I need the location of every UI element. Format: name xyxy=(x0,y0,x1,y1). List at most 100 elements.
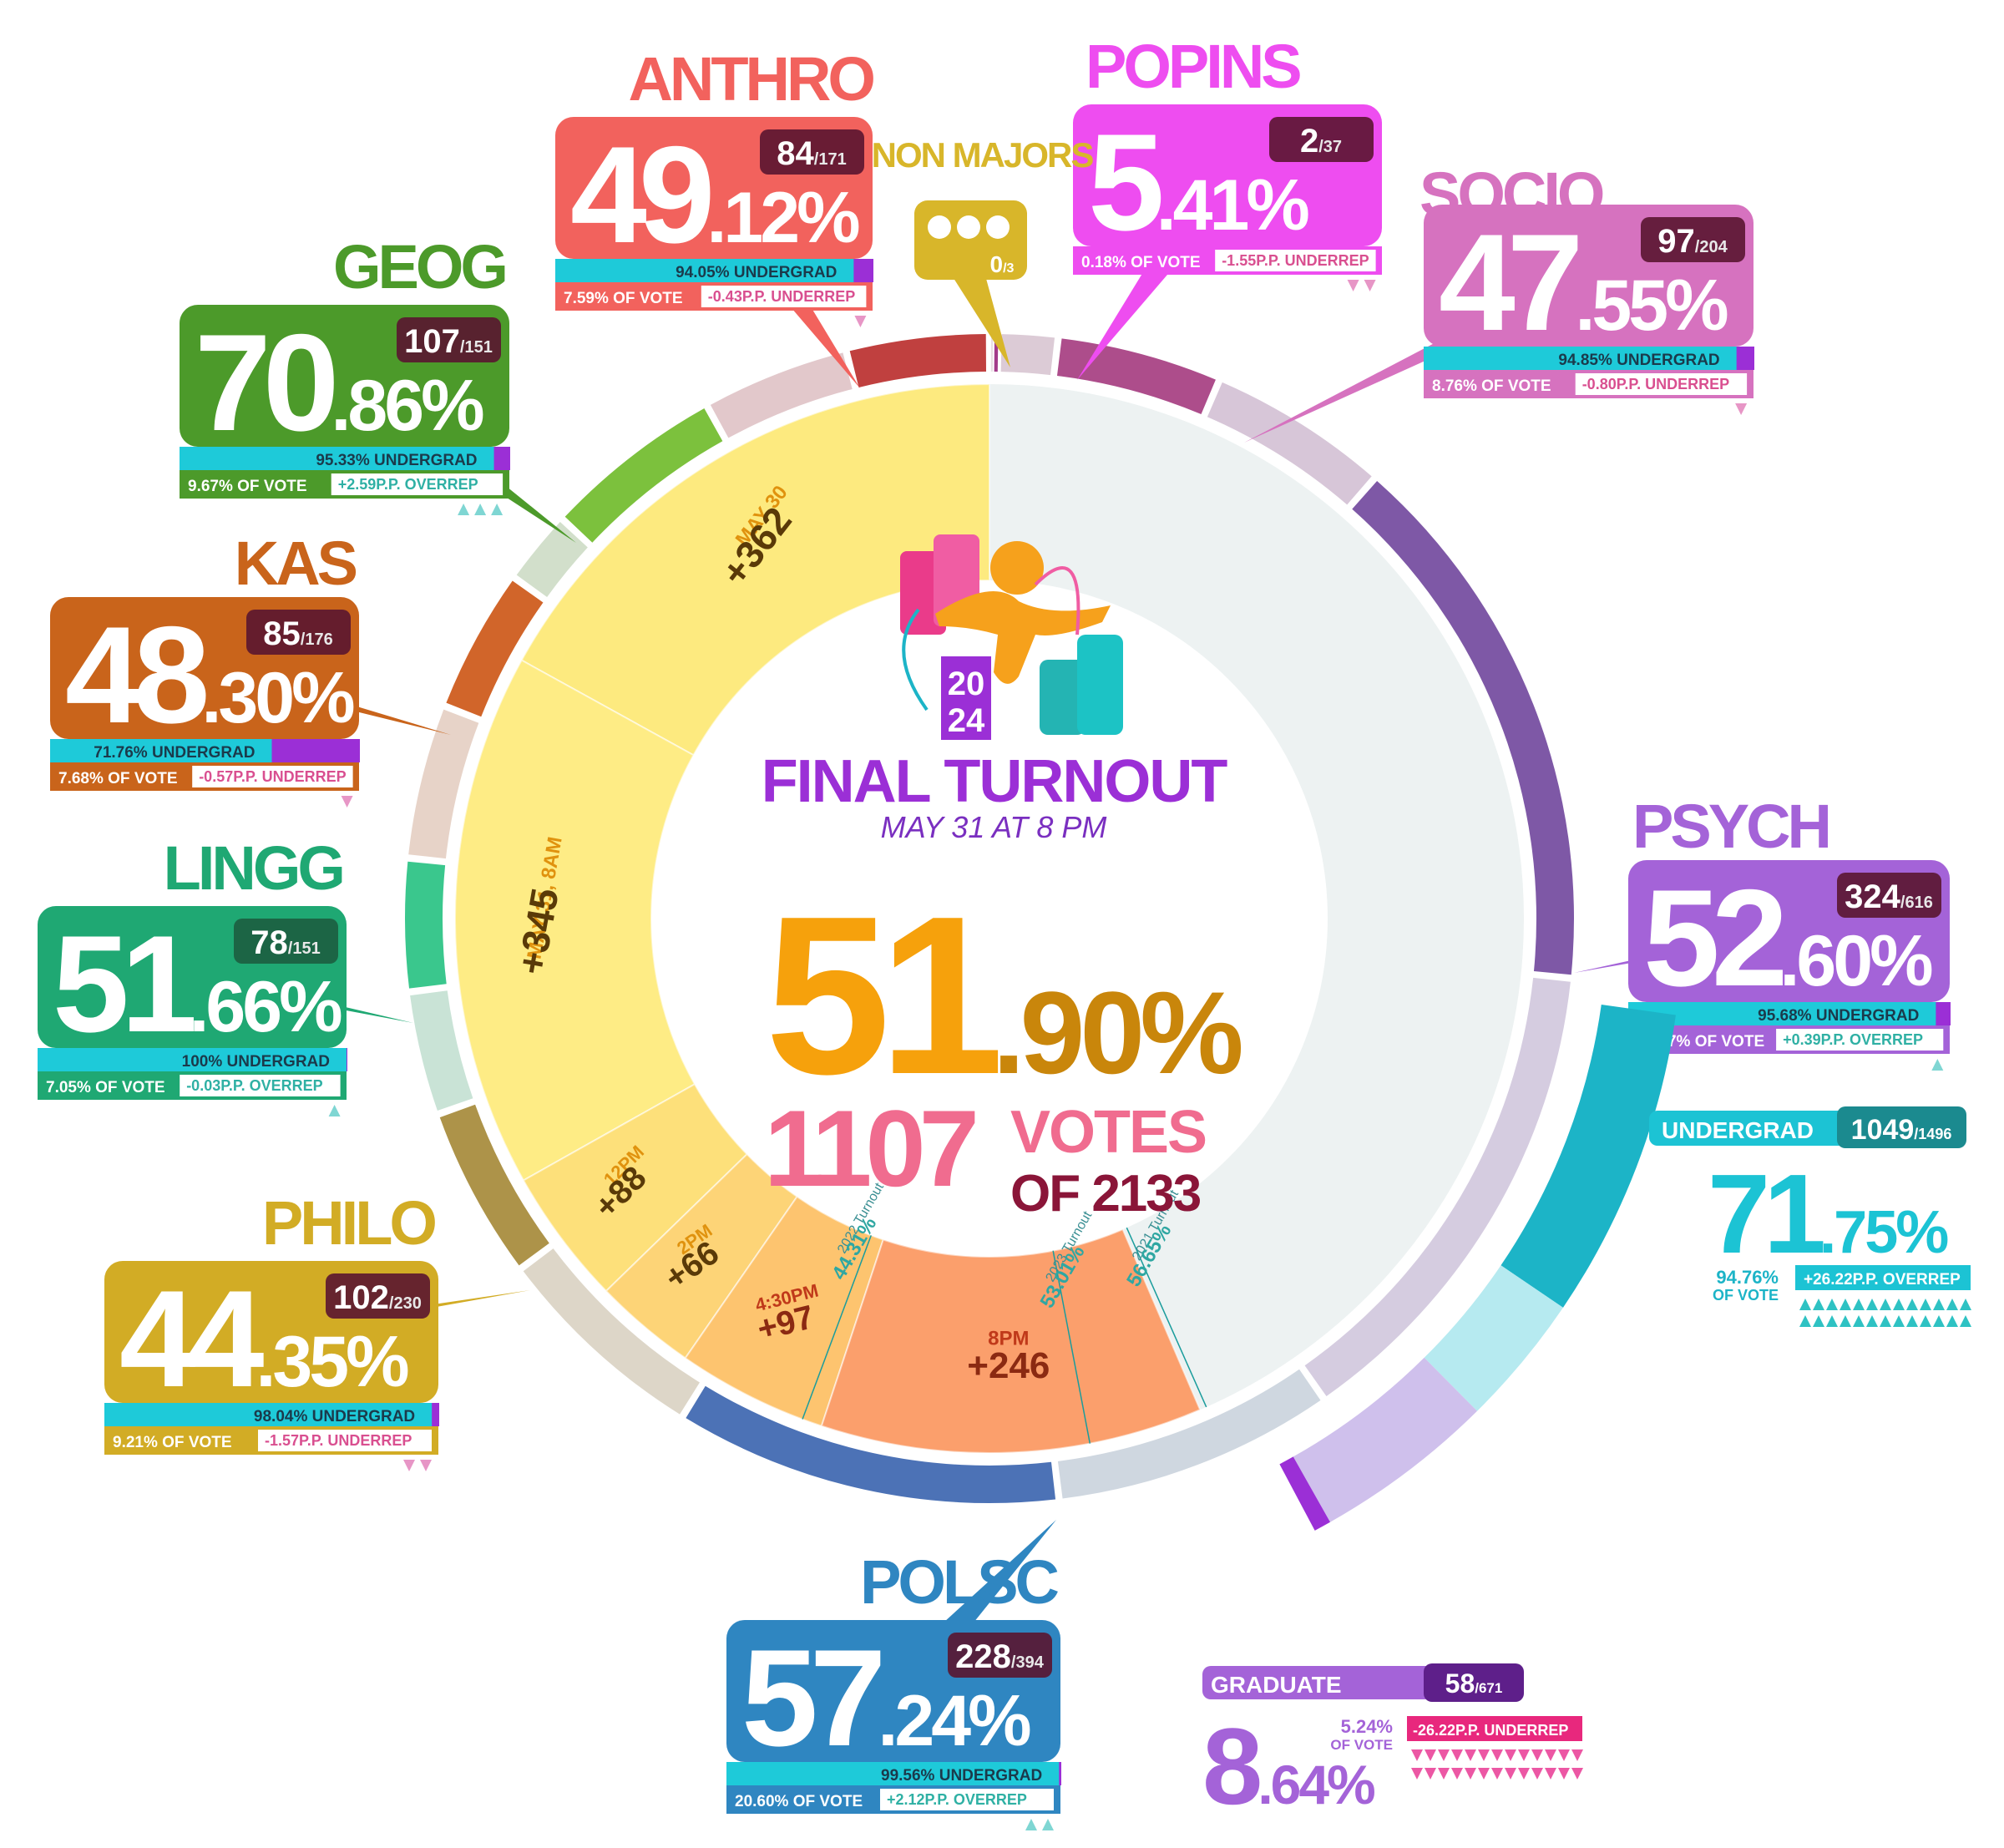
callout-polsc: POLSC57.24% 228/394 99.56% UNDERGRAD 20.60%… xyxy=(726,1520,1062,1830)
rep-arrow xyxy=(1531,1768,1543,1780)
group-vote-label: OF VOTE xyxy=(1713,1287,1779,1304)
rep-arrow xyxy=(1425,1749,1436,1761)
rep-arrow xyxy=(1425,1768,1436,1780)
department-pct-dec: .86% xyxy=(331,366,484,446)
graduate-bar xyxy=(271,739,360,762)
rep-arrow xyxy=(1866,1299,1878,1310)
rep-arrow xyxy=(1545,1768,1556,1780)
rep-arrow xyxy=(1518,1749,1530,1761)
rep-text: +2.12P.P. OVERREP xyxy=(887,1791,1027,1808)
rep-arrow xyxy=(1411,1768,1423,1780)
ratio-total: /204 xyxy=(1695,238,1728,256)
group-pct-int: 71 xyxy=(1708,1151,1824,1277)
turnout-infographic: MAY 30 +362 MAY 31, 8AM +345 12PM +88 2PM +66 4:… xyxy=(0,0,2004,1848)
ratio-total: /616 xyxy=(1900,894,1933,912)
department-pct-dec: .60% xyxy=(1780,921,1933,1001)
department-name: NON MAJORS xyxy=(872,135,1094,175)
rep-arrow xyxy=(1558,1768,1570,1780)
rep-arrow xyxy=(854,316,867,327)
callout-popins: POPINS5.41% 2/37 0.18% OF VOTE -1.55P.P. UN… xyxy=(1073,32,1382,380)
rep-text: -0.03P.P. OVERREP xyxy=(186,1077,322,1094)
undergrad-share: 94.85% UNDERGRAD xyxy=(1558,352,1719,369)
rep-arrow xyxy=(1853,1315,1865,1327)
rep-arrow xyxy=(1931,1059,1944,1071)
rep-arrow xyxy=(1893,1299,1905,1310)
callout-geog: GEOG70.86% 107/151 95.33% UNDERGRAD 9.67% O… xyxy=(180,232,576,543)
rep-arrow xyxy=(1491,1768,1503,1780)
department-pct-int: 51 xyxy=(53,907,195,1061)
ratio-total: /171 xyxy=(814,150,847,169)
rep-arrow xyxy=(420,1460,432,1471)
ratio-voted: 0 xyxy=(990,251,1004,277)
department-name: PSYCH xyxy=(1632,792,1829,861)
callout-kas: KAS 48.30% 85/176 71.76% UNDERGRAD 7.68% OF … xyxy=(50,529,451,808)
rep-arrow xyxy=(1906,1315,1918,1327)
rep-arrow xyxy=(1505,1749,1516,1761)
rep-arrow xyxy=(1880,1315,1891,1327)
callout-undergrad: UNDERGRAD 1049/149671.75%94.76%OF VOTE+26… xyxy=(1649,1106,1971,1327)
ratio-voted: 1049 xyxy=(1851,1114,1915,1146)
nonmajors-dot xyxy=(986,215,1010,239)
rep-arrow xyxy=(1451,1768,1463,1780)
group-vote-label: OF VOTE xyxy=(1330,1737,1393,1753)
ratio-voted: 324 xyxy=(1845,878,1900,915)
nonmajors-dot xyxy=(928,215,951,239)
department-callouts: ANTHRO49.12% 84/171 94.05% UNDERGRAD 7.59% … xyxy=(38,32,1951,1830)
ratio-total: /37 xyxy=(1318,138,1342,156)
graduate-bar xyxy=(853,259,873,282)
rep-arrow xyxy=(1478,1768,1490,1780)
group-name: GRADUATE xyxy=(1211,1672,1342,1698)
rep-arrow xyxy=(1933,1315,1945,1327)
undergrad-share: 98.04% UNDERGRAD xyxy=(254,1408,415,1425)
ratio-voted: 102 xyxy=(333,1279,389,1316)
rep-arrow xyxy=(1505,1768,1516,1780)
time-slice xyxy=(454,659,696,1182)
rep-arrow xyxy=(328,1105,341,1116)
rep-text: +0.39P.P. OVERREP xyxy=(1783,1031,1923,1048)
rep-text: -0.57P.P. UNDERREP xyxy=(199,768,346,785)
rep-arrow xyxy=(1866,1315,1878,1327)
department-pct-int: 49 xyxy=(570,118,711,271)
rep-arrow xyxy=(403,1460,415,1471)
rep-arrow xyxy=(1545,1749,1556,1761)
rep-arrow xyxy=(1826,1315,1838,1327)
department-name: POLSC xyxy=(860,1547,1058,1617)
undergrad-share: 100% UNDERGRAD xyxy=(182,1053,330,1071)
logo-year: 20 xyxy=(948,666,985,702)
logo-block xyxy=(1077,635,1123,735)
department-name: GEOG xyxy=(333,232,505,301)
rep-arrow xyxy=(1799,1315,1811,1327)
callout-lingg: LINGG51.66% 78/151 100% UNDERGRAD 7.05% OF … xyxy=(38,833,413,1116)
department-pct-dec: .41% xyxy=(1156,165,1309,246)
ratio-total: /151 xyxy=(460,338,493,357)
ratio-total: /230 xyxy=(389,1294,422,1313)
rep-arrow xyxy=(1491,1749,1503,1761)
vote-share: 7.05% OF VOTE xyxy=(46,1079,165,1096)
group-name: UNDERGRAD xyxy=(1662,1117,1814,1143)
rep-arrow xyxy=(1438,1749,1450,1761)
rep-text: -1.55P.P. UNDERREP xyxy=(1222,252,1369,269)
rep-arrow xyxy=(1946,1299,1958,1310)
ratio-voted: 58 xyxy=(1445,1668,1475,1699)
department-name: ANTHRO xyxy=(628,44,873,114)
rep-arrow xyxy=(1518,1768,1530,1780)
rep-arrow xyxy=(1799,1299,1811,1310)
rep-arrow xyxy=(474,504,487,515)
department-segment-voted xyxy=(405,861,447,989)
rep-arrow xyxy=(1853,1299,1865,1310)
undergrad-share: 94.05% UNDERGRAD xyxy=(676,264,837,281)
rep-text: -0.80P.P. UNDERREP xyxy=(1582,376,1729,392)
department-name: POPINS xyxy=(1086,32,1300,101)
vote-share: 7.68% OF VOTE xyxy=(58,770,178,787)
rep-arrow xyxy=(1880,1299,1891,1310)
rep-arrow xyxy=(1920,1299,1931,1310)
rep-arrow xyxy=(1840,1315,1851,1327)
department-pct-int: 57 xyxy=(741,1621,881,1775)
rep-arrow xyxy=(458,504,470,515)
rep-arrow xyxy=(1571,1749,1583,1761)
rep-arrow xyxy=(1920,1315,1931,1327)
rep-text: -0.43P.P. UNDERREP xyxy=(708,288,855,305)
undergrad-share: 95.33% UNDERGRAD xyxy=(316,452,477,469)
votes-label: VOTES xyxy=(1010,1099,1206,1166)
nonmajors-dot xyxy=(957,215,980,239)
